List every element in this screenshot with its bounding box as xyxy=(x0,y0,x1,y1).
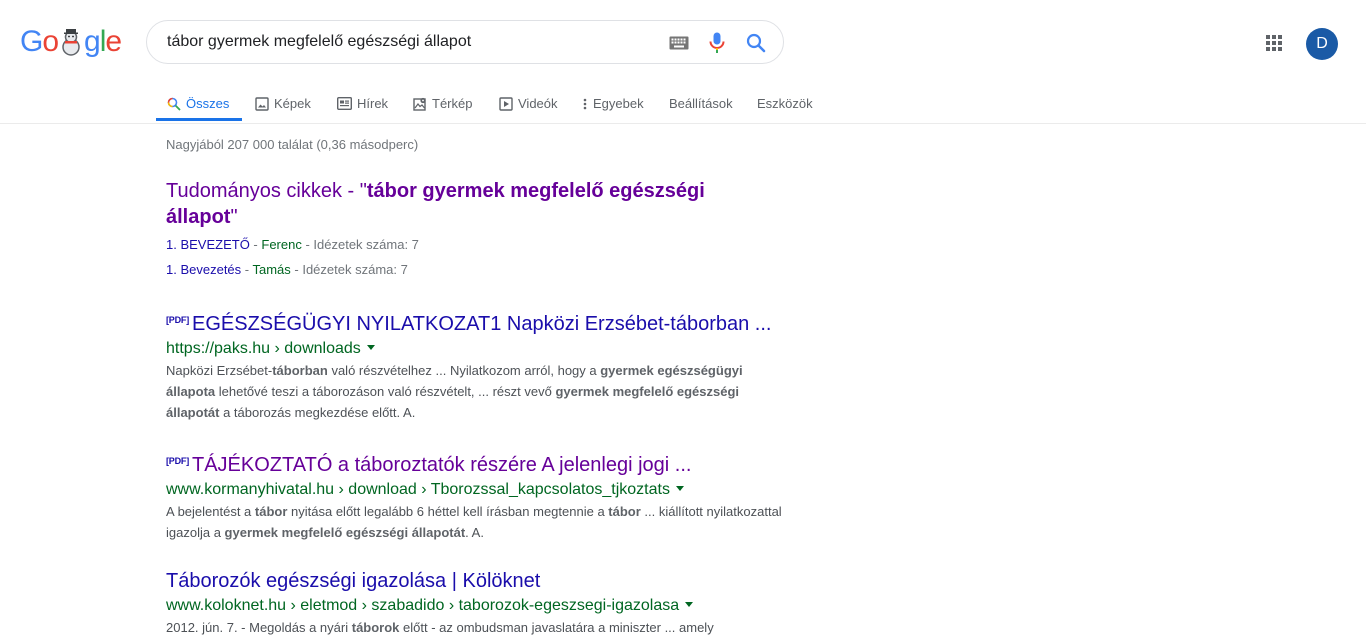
snippet-highlight: gyermek xyxy=(555,384,609,399)
scholar-item-separator: - xyxy=(241,262,253,277)
snippet-text: a táborozás megkezdése előtt. A. xyxy=(219,405,416,420)
news-icon xyxy=(337,97,352,110)
video-icon xyxy=(499,96,513,111)
snippet-text: . A. xyxy=(465,525,484,540)
avatar-letter: D xyxy=(1316,35,1328,52)
search-result: [PDF] TÁJÉKOZTATÓ a táboroztatók részére … xyxy=(166,448,786,543)
scholar-item: 1. BEVEZETŐ - Ferenc - Idézetek száma: 7 xyxy=(166,235,786,255)
snippet-highlight: tábor xyxy=(608,504,641,519)
more-vert-icon xyxy=(583,98,587,109)
tab-label: Egyebek xyxy=(593,96,644,111)
snippet-text: 2012. jún. 7. - Megoldás a nyári xyxy=(166,620,352,635)
scholar-title-link[interactable]: Tudományos cikkek - "tábor gyermek megfe… xyxy=(166,178,726,230)
tab-label: Képek xyxy=(274,96,311,111)
tab-videos[interactable]: Videók xyxy=(499,86,558,121)
tab-label: Beállítások xyxy=(669,96,733,111)
keyboard-icon[interactable] xyxy=(667,31,691,55)
snippet-text: ... kiállított xyxy=(640,504,707,519)
active-tab-indicator xyxy=(156,118,242,121)
map-icon xyxy=(413,97,426,111)
scholar-item-link[interactable]: 1. BEVEZETŐ xyxy=(166,237,250,252)
dropdown-arrow-icon[interactable] xyxy=(685,602,694,607)
result-url-text: https://paks.hu › downloads xyxy=(166,340,361,357)
google-logo[interactable]: G o g l e xyxy=(20,24,122,60)
scholar-title-prefix: Tudományos cikkek - " xyxy=(166,180,367,202)
result-snippet: A bejelentést a tábor nyitása előtt lega… xyxy=(166,501,786,543)
tab-all[interactable]: Összes xyxy=(167,86,229,121)
search-tabs: Összes Képek Hírek Térkép Videók Egyebek… xyxy=(0,86,1366,124)
result-url[interactable]: www.kormanyhivatal.hu › download › Tboro… xyxy=(166,479,786,501)
tab-label: Videók xyxy=(518,96,558,111)
search-input[interactable] xyxy=(167,21,647,63)
result-title-link[interactable]: Táborozók egészségi igazolása | Kölöknet xyxy=(166,568,786,594)
tab-images[interactable]: Képek xyxy=(255,86,311,121)
search-icon xyxy=(167,97,181,111)
microphone-icon[interactable] xyxy=(705,31,729,55)
snippet-text: való részvételhez ... Nyilatkozom arról,… xyxy=(327,363,601,378)
search-submit-icon[interactable] xyxy=(744,31,768,55)
image-icon xyxy=(255,96,269,111)
result-url-text: www.kormanyhivatal.hu › download › Tboro… xyxy=(166,481,670,498)
scholar-item-author[interactable]: Ferenc xyxy=(261,237,301,252)
logo-letter-g2: g xyxy=(84,25,101,58)
tab-label: Összes xyxy=(186,96,230,111)
search-box xyxy=(146,20,784,64)
result-url-text: www.koloknet.hu › eletmod › szabadido › … xyxy=(166,597,680,614)
snippet-text: lehetővé teszi a táborozáson való részvé… xyxy=(215,384,556,399)
snippet-highlight: táborok xyxy=(351,620,400,635)
tab-label: Térkép xyxy=(432,96,473,111)
logo-letter-g: G xyxy=(20,25,43,58)
tab-label: Eszközök xyxy=(757,96,813,111)
pdf-badge: [PDF] xyxy=(166,315,189,325)
scholar-item-cites: Idézetek száma: 7 xyxy=(302,262,408,277)
result-title: EGÉSZSÉGÜGYI NYILATKOZAT1 Napközi Erzséb… xyxy=(192,313,772,335)
scholar-item: 1. Bevezetés - Tamás - Idézetek száma: 7 xyxy=(166,260,786,280)
search-result: [PDF] EGÉSZSÉGÜGYI NYILATKOZAT1 Napközi E… xyxy=(166,307,786,423)
account-avatar[interactable]: D xyxy=(1306,28,1338,60)
snippet-text: Napközi Erzsébet- xyxy=(166,363,273,378)
scholar-item-separator: - xyxy=(301,237,314,252)
scholar-result: Tudományos cikkek - "tábor gyermek megfe… xyxy=(166,178,786,280)
snippet-text: előtt - az ombudsman javaslatára a minis… xyxy=(399,620,714,635)
snippet-text: A bejelentést a xyxy=(166,504,255,519)
snippet-highlight: gyermek megfelelő egészségi állapotát xyxy=(224,525,466,540)
result-title-link[interactable]: [PDF] EGÉSZSÉGÜGYI NYILATKOZAT1 Napközi E… xyxy=(166,307,786,337)
snippet-highlight: gyermek xyxy=(600,363,654,378)
snippet-text: nyitása előtt legalább 6 héttel kell írá… xyxy=(287,504,609,519)
result-title: Táborozók egészségi igazolása | Kölöknet xyxy=(166,570,541,592)
snippet-highlight: tábor xyxy=(254,504,288,519)
result-title-link[interactable]: [PDF] TÁJÉKOZTATÓ a táboroztatók részére … xyxy=(166,448,786,478)
tab-maps[interactable]: Térkép xyxy=(413,86,472,121)
scholar-title-suffix: " xyxy=(230,206,238,228)
scholar-item-cites: Idézetek száma: 7 xyxy=(313,237,419,252)
result-url[interactable]: www.koloknet.hu › eletmod › szabadido › … xyxy=(166,595,786,617)
search-result: Táborozók egészségi igazolása | Kölöknet… xyxy=(166,568,786,638)
scholar-item-separator: - xyxy=(249,237,262,252)
result-stats: Nagyjából 207 000 találat (0,36 másodper… xyxy=(166,137,419,152)
dropdown-arrow-icon[interactable] xyxy=(675,486,684,491)
tab-label: Hírek xyxy=(357,96,389,111)
result-title: TÁJÉKOZTATÓ a táboroztatók részére A jel… xyxy=(192,454,692,476)
scholar-item-link[interactable]: 1. Bevezetés xyxy=(166,262,241,277)
snippet-highlight: táborban xyxy=(272,363,328,378)
tab-tools[interactable]: Eszközök xyxy=(757,86,813,121)
logo-letter-o: o xyxy=(42,25,59,58)
header: G o g l e tábor gyermek megfelelő egészs… xyxy=(0,0,1366,86)
scholar-item-separator: - xyxy=(290,262,303,277)
snowman-doodle-icon xyxy=(57,28,85,56)
google-apps-icon[interactable] xyxy=(1262,31,1286,55)
dropdown-arrow-icon[interactable] xyxy=(366,345,375,350)
logo-letter-e: e xyxy=(105,25,122,58)
tab-more[interactable]: Egyebek xyxy=(582,86,644,121)
result-url[interactable]: https://paks.hu › downloads xyxy=(166,338,786,360)
scholar-item-author[interactable]: Tamás xyxy=(252,262,290,277)
result-snippet: Napközi Erzsébet-táborban való részvétel… xyxy=(166,360,786,423)
tab-news[interactable]: Hírek xyxy=(337,86,388,121)
tab-settings[interactable]: Beállítások xyxy=(669,86,733,121)
pdf-badge: [PDF] xyxy=(166,456,189,466)
